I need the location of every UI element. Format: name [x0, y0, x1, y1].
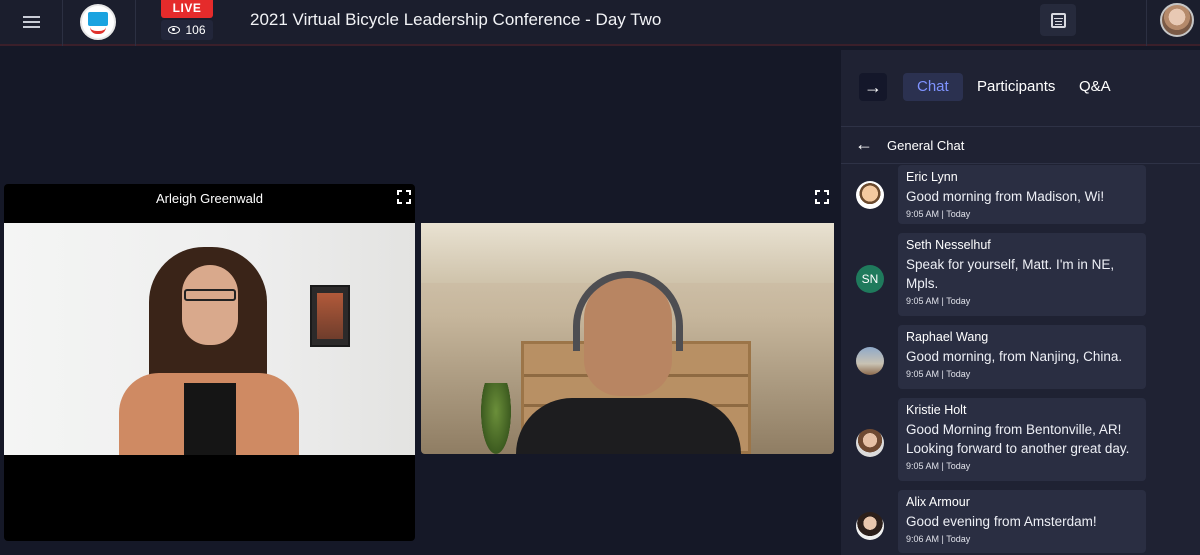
- headphones: [573, 271, 683, 351]
- viewer-count: 106: [161, 20, 213, 40]
- calendar-button[interactable]: [1040, 4, 1076, 36]
- video-stage: Arleigh Greenwald: [0, 48, 838, 555]
- message-time: 9:05 AM | Today: [906, 209, 971, 219]
- tab-participants[interactable]: Participants: [963, 73, 1069, 101]
- message-bubble: Alix Armour Good evening from Amsterdam!…: [898, 490, 1146, 553]
- photo-avatar: [856, 347, 884, 375]
- photo-avatar: [856, 429, 884, 457]
- chat-title: General Chat: [887, 138, 965, 153]
- video-tile-second: [421, 184, 834, 454]
- message-bubble: Seth Nesselhuf Speak for yourself, Matt.…: [898, 233, 1146, 316]
- speaker-video: [4, 223, 415, 455]
- eye-icon: [168, 26, 181, 34]
- message-time: 9:05 AM | Today: [906, 369, 971, 379]
- divider: [62, 0, 63, 46]
- video-tile-arleigh: Arleigh Greenwald: [4, 184, 415, 541]
- hamburger-menu-icon[interactable]: [14, 11, 48, 35]
- photo-avatar: [856, 512, 884, 540]
- message-text: Good evening from Amsterdam!: [906, 514, 1097, 529]
- tab-qa[interactable]: Q&A: [1065, 73, 1125, 101]
- speaker-name: Arleigh Greenwald: [156, 191, 263, 206]
- divider: [135, 0, 136, 46]
- arrow-left-icon[interactable]: ←: [855, 134, 873, 155]
- message-text: Good Morning from Bentonville, AR! Looki…: [906, 422, 1130, 456]
- message-list[interactable]: Eric Lynn Good morning from Madison, Wi!…: [841, 165, 1200, 555]
- expand-icon[interactable]: [397, 190, 411, 204]
- message-time: 9:05 AM | Today: [906, 461, 971, 471]
- message-author: Alix Armour: [906, 495, 970, 509]
- divider: [1146, 0, 1147, 46]
- message-text: Speak for yourself, Matt. I'm in NE, Mpl…: [906, 257, 1115, 291]
- live-badge: LIVE: [161, 0, 213, 18]
- calendar-icon: [1050, 12, 1066, 28]
- top-bar: LIVE 106 2021 Virtual Bicycle Leadership…: [0, 0, 1200, 46]
- message-author: Raphael Wang: [906, 330, 989, 344]
- cartoon-avatar: [856, 181, 884, 209]
- tab-chat[interactable]: Chat: [903, 73, 963, 101]
- message-bubble: Eric Lynn Good morning from Madison, Wi!…: [898, 165, 1146, 224]
- message-bubble: Raphael Wang Good morning, from Nanjing,…: [898, 325, 1146, 389]
- speaker-video: [421, 223, 834, 454]
- message-time: 9:06 AM | Today: [906, 534, 971, 544]
- chat-header: ← General Chat: [841, 126, 1200, 164]
- arrow-right-icon[interactable]: →: [859, 73, 887, 101]
- wall-picture: [310, 285, 350, 347]
- initials-avatar: SN: [856, 265, 884, 293]
- message-author: Eric Lynn: [906, 170, 958, 184]
- expand-icon[interactable]: [815, 190, 829, 204]
- viewer-count-value: 106: [185, 23, 206, 37]
- message-text: Good morning, from Nanjing, China.: [906, 349, 1123, 364]
- message-bubble: Kristie Holt Good Morning from Bentonvil…: [898, 398, 1146, 481]
- message-author: Seth Nesselhuf: [906, 238, 991, 252]
- message-text: Good morning from Madison, Wi!: [906, 189, 1105, 204]
- bike-logo-icon[interactable]: [80, 4, 116, 40]
- message-author: Kristie Holt: [906, 403, 967, 417]
- chat-panel: → Chat Participants Q&A ← General Chat E…: [841, 50, 1200, 555]
- message-time: 9:05 AM | Today: [906, 296, 971, 306]
- event-title: 2021 Virtual Bicycle Leadership Conferen…: [250, 10, 662, 29]
- user-avatar[interactable]: [1160, 3, 1194, 37]
